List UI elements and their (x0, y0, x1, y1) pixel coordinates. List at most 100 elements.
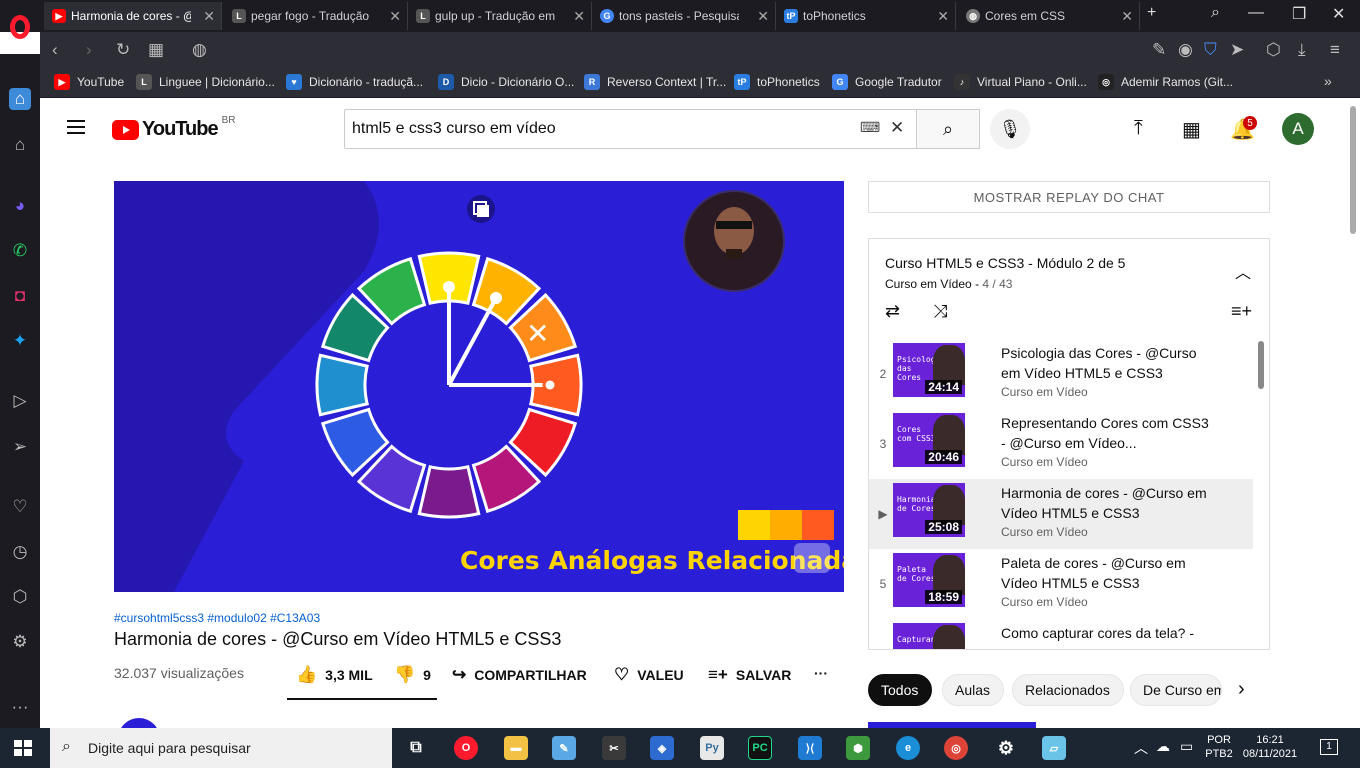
snipping-tool-icon[interactable]: ✂ (602, 736, 626, 760)
bookmark-item[interactable]: R Reverso Context | Tr... (584, 74, 726, 90)
avatar[interactable]: A (1282, 113, 1314, 145)
playlist-item-thumbnail[interactable]: Psicologia das Cores 24:14 (893, 343, 965, 397)
notification-center-icon[interactable]: 1 (1320, 739, 1338, 755)
loop-icon[interactable]: ⇄ (885, 301, 900, 322)
instagram-icon[interactable]: ◘ (9, 285, 31, 307)
extensions-cube-icon[interactable]: ⬡ (9, 586, 31, 608)
youtube-logo[interactable]: YouTube BR (112, 115, 235, 141)
search-input[interactable]: html5 e css3 curso em vídeo ⌨ ✕ (344, 109, 917, 149)
speed-dial-icon[interactable]: ⌂ (9, 134, 31, 156)
opera-taskbar-icon[interactable]: O (454, 736, 478, 760)
windows-start-icon[interactable] (14, 740, 32, 756)
close-tab-icon[interactable]: ✕ (389, 8, 401, 25)
clear-search-icon[interactable]: ✕ (890, 118, 904, 138)
tab-tophonetics[interactable]: tP toPhonetics ✕ (776, 2, 956, 30)
search-button[interactable]: ⌕ (916, 109, 980, 149)
settings-gear-icon[interactable]: ⚙ (994, 736, 1018, 760)
collapse-chevron-icon[interactable]: ︿ (1235, 259, 1251, 283)
tab-pegar-fogo[interactable]: L pegar fogo - Tradução e ✕ (224, 2, 408, 30)
more-dots-icon[interactable]: ··· (9, 696, 31, 718)
tab-harmonia[interactable]: ▶ Harmonia de cores - @C ✕ (44, 2, 222, 30)
bookmark-item[interactable]: D Dicio - Dicionário O... (438, 74, 574, 90)
network-icon[interactable]: ▭ (1180, 738, 1193, 755)
close-tab-icon[interactable]: ✕ (757, 8, 769, 25)
filter-chip[interactable]: De Curso em (1130, 674, 1222, 706)
back-icon[interactable]: ‹ (52, 40, 58, 60)
bookmark-item[interactable]: ♪ Virtual Piano - Onli... (954, 74, 1087, 90)
keyboard-icon[interactable]: ⌨ (860, 119, 880, 136)
shield-icon[interactable]: ⛉ (1204, 40, 1217, 60)
thanks-button[interactable]: ♡ VALEU (614, 665, 684, 685)
filter-chip[interactable]: Todos (868, 674, 932, 706)
like-button[interactable]: 👍 3,3 MIL (296, 665, 373, 685)
easy-setup-icon[interactable]: ≡ (1330, 40, 1340, 60)
close-tab-icon[interactable]: ✕ (573, 8, 585, 25)
show-chat-replay-button[interactable]: MOSTRAR REPLAY DO CHAT (868, 181, 1270, 213)
home-icon[interactable]: ⌂ (9, 88, 31, 110)
bookmark-item[interactable]: L Linguee | Dicionário... (136, 74, 275, 90)
maximize-icon[interactable]: ❐ (1292, 4, 1306, 24)
flow-icon[interactable]: ➢ (9, 436, 31, 458)
playlist-item-thumbnail[interactable]: Capturando (893, 623, 965, 649)
paint-icon[interactable]: ✎ (552, 736, 576, 760)
close-window-icon[interactable]: ✕ (1332, 4, 1345, 24)
tab-cores-em-css[interactable]: ◍ Cores em CSS ✕ (958, 2, 1140, 30)
playlist-item-thumbnail[interactable]: Harmonia de Cores 25:08 (893, 483, 965, 537)
playlist-item-thumbnail[interactable]: Paleta de Cores 18:59 (893, 553, 965, 607)
player-icon[interactable]: ▷ (9, 390, 31, 412)
dislike-button[interactable]: 👎 9 (394, 665, 431, 685)
apps-grid-icon[interactable]: ▦ (1182, 117, 1201, 142)
playlist-title[interactable]: Curso HTML5 e CSS3 - Módulo 2 de 5 (885, 255, 1125, 271)
close-tab-icon[interactable]: ✕ (1121, 8, 1133, 25)
filter-chip[interactable]: Relacionados (1012, 674, 1124, 706)
minimize-icon[interactable]: — (1248, 4, 1264, 22)
share-button[interactable]: ↪ COMPARTILHAR (452, 665, 587, 685)
channel-avatar[interactable] (118, 718, 160, 728)
edit-icon[interactable]: ✎ (1152, 40, 1166, 60)
network-app-icon[interactable]: ◈ (650, 736, 674, 760)
bookmark-item[interactable]: ▶ YouTube (54, 74, 124, 90)
voice-search-button[interactable]: 🎙 (990, 109, 1030, 149)
site-info-globe-icon[interactable]: ◍ (192, 40, 207, 60)
playlist-item[interactable]: Capturando Como capturar cores da tela? - (869, 619, 1253, 649)
pycharm-icon[interactable]: PC (748, 736, 772, 760)
messenger-icon[interactable]: ◕ (9, 195, 31, 217)
tabs-grid-icon[interactable]: ▦ (148, 40, 164, 60)
nodejs-icon[interactable]: ⬢ (846, 736, 870, 760)
playlist-add-icon[interactable]: ≡+ (1231, 301, 1252, 322)
video-tags[interactable]: #cursohtml5css3 #modulo02 #C13A03 (114, 611, 320, 625)
cube-icon[interactable]: ⬡ (1266, 40, 1281, 60)
more-bookmarks-icon[interactable]: » (1324, 73, 1332, 89)
playlist-item-thumbnail[interactable]: Cores com CSS3 20:46 (893, 413, 965, 467)
shuffle-icon[interactable]: ⤨ (933, 301, 947, 322)
tab-gulp-up[interactable]: L gulp up - Tradução em p ✕ (408, 2, 592, 30)
taskbar-search-input[interactable]: ⌕ Digite aqui para pesquisar (50, 728, 392, 768)
notepad-icon[interactable]: ▱ (1042, 736, 1066, 760)
bookmark-item[interactable]: tP toPhonetics (734, 74, 820, 90)
playlist-channel[interactable]: Curso em Vídeo (885, 277, 972, 291)
close-tab-icon[interactable]: ✕ (937, 8, 949, 25)
page-scrollbar[interactable] (1350, 106, 1356, 234)
file-explorer-icon[interactable]: ▬ (504, 736, 528, 760)
reload-icon[interactable]: ↻ (116, 40, 130, 60)
whatsapp-icon[interactable]: ✆ (9, 240, 31, 262)
bookmark-item[interactable]: ♥ Dicionário - traduçã... (286, 74, 423, 90)
clock[interactable]: 16:21 08/11/2021 (1238, 733, 1302, 761)
edge-icon[interactable]: e (896, 736, 920, 760)
tray-chevron-icon[interactable]: ︿ (1134, 738, 1148, 758)
twitter-icon[interactable]: ✦ (9, 330, 31, 352)
menu-hamburger-icon[interactable] (67, 120, 85, 134)
forward-icon[interactable]: › (86, 40, 92, 60)
history-clock-icon[interactable]: ◷ (9, 541, 31, 563)
filter-chip[interactable]: Aulas (942, 674, 1004, 706)
upload-icon[interactable]: ⤒ (1134, 117, 1143, 140)
tab-tons-pasteis[interactable]: G tons pasteis - Pesquisa G ✕ (592, 2, 776, 30)
playlist-item[interactable]: 2 Psicologia das Cores 24:14 Psicologia das… (869, 339, 1253, 409)
bookmarks-heart-icon[interactable]: ♡ (9, 496, 31, 518)
send-icon[interactable]: ➤ (1230, 40, 1244, 60)
more-actions-button[interactable]: ··· (814, 665, 828, 681)
bookmark-item[interactable]: G Google Tradutor (832, 74, 942, 90)
bookmark-item[interactable]: ◎ Ademir Ramos (Git... (1098, 74, 1233, 90)
onedrive-cloud-icon[interactable]: ☁ (1156, 738, 1170, 755)
save-button[interactable]: ≡+ SALVAR (708, 665, 791, 685)
